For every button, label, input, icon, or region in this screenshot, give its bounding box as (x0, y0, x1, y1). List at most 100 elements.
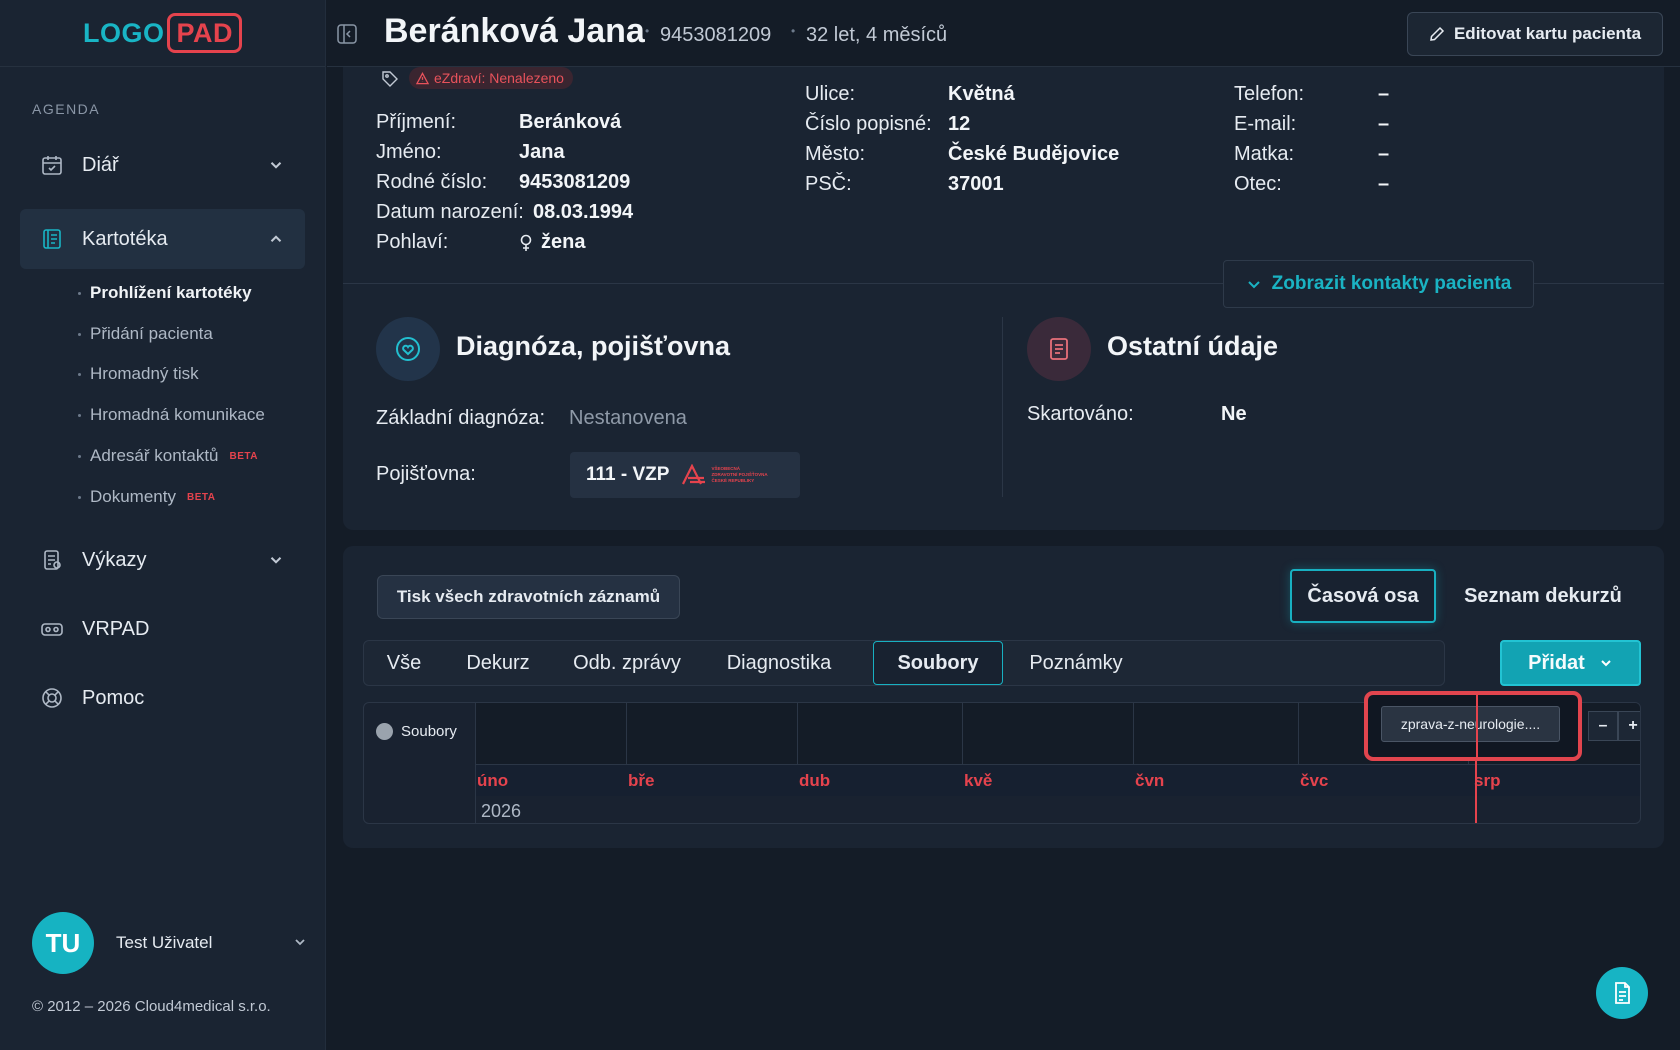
shredded-value: Ne (1221, 403, 1247, 425)
vzp-logo-text: VŠEOBECNÁ ZDRAVOTNÍ POJIŠŤOVNA ČESKÉ REP… (711, 466, 767, 484)
sidebar-subitem-adresar[interactable]: Adresář kontaktů BETA (78, 446, 258, 466)
sidebar-item-pomoc[interactable]: Pomoc (20, 668, 305, 728)
tab-vse[interactable]: Vše (374, 641, 434, 685)
tab-diagnostika[interactable]: Diagnostika (714, 641, 844, 685)
sidebar-subitem-hromadny-tisk[interactable]: Hromadný tisk (78, 364, 199, 384)
sex-label: Pohlaví: (376, 231, 449, 253)
tab-dekurz[interactable]: Dekurz (456, 641, 540, 685)
email-value: – (1378, 113, 1390, 135)
vzp-logo-mark-icon (682, 464, 706, 485)
father-label: Otec: (1234, 173, 1282, 195)
edit-patient-label: Editovat kartu pacienta (1453, 24, 1642, 43)
sidebar-item-label: Výkazy (82, 548, 147, 571)
phone-label: Telefon: (1234, 83, 1305, 105)
tab-soubory[interactable]: Soubory (873, 641, 1003, 685)
patient-birth-number: 9453081209 (660, 24, 772, 46)
beta-badge: BETA (186, 491, 216, 503)
timeline-gridline (962, 703, 963, 765)
birth-number-label: Rodné číslo: (376, 171, 488, 193)
sidebar-subitem-pridani[interactable]: Přidání pacienta (78, 324, 213, 344)
book-icon (40, 227, 64, 251)
timeline-month: bře (628, 771, 655, 790)
insurer-value-box: 111 - VZP VŠEOBECNÁ ZDRAVOTNÍ POJIŠŤOVNA… (570, 452, 800, 498)
logo-bar: LOGO PAD (0, 0, 325, 67)
print-all-records-button[interactable]: Tisk všech zdravotních záznamů (377, 575, 680, 619)
logo-text-b: PAD (167, 13, 242, 53)
sidebar-item-vykazy[interactable]: Výkazy (20, 530, 305, 590)
calendar-icon (40, 153, 64, 177)
edit-patient-button[interactable]: Editovat kartu pacienta (1407, 12, 1663, 56)
timeline-file-highlight: zprava-z-neurologie.... (1364, 691, 1582, 761)
status-dot-icon (376, 723, 393, 740)
timeline-month: dub (799, 771, 831, 790)
sidebar-section-label: AGENDA (32, 101, 101, 117)
sex-value-text: žena (541, 231, 586, 253)
city-label: Město: (805, 143, 866, 165)
sidebar-item-label: VRPAD (82, 617, 150, 640)
mother-value: – (1378, 143, 1390, 165)
timeline-month: srp (1474, 771, 1501, 790)
sidebar-subitem-label: Hromadná komunikace (90, 405, 265, 424)
add-button[interactable]: Přidat (1500, 640, 1641, 686)
timeline-month: čvc (1300, 771, 1329, 790)
tab-odb-zpravy[interactable]: Odb. zprávy (562, 641, 692, 685)
female-icon (520, 234, 532, 251)
zoom-in-button[interactable]: + (1618, 711, 1640, 741)
tag-icon[interactable] (381, 70, 399, 88)
insurer-label: Pojišťovna: (376, 463, 476, 485)
chevron-down-icon (270, 557, 282, 564)
sidebar-subitem-label: Adresář kontaktů (90, 446, 219, 465)
chevron-down-icon (1247, 281, 1260, 289)
vr-icon (40, 617, 64, 641)
sidebar-subitem-dokumenty[interactable]: Dokumenty BETA (77, 487, 216, 507)
house-number-value: 12 (948, 113, 971, 135)
timeline-file-item[interactable]: zprava-z-neurologie.... (1381, 706, 1560, 742)
chevron-down-icon (295, 939, 305, 946)
surname-label: Příjmení: (376, 111, 457, 133)
birth-date-label: Datum narození: (376, 201, 524, 223)
timeline-month: úno (477, 771, 509, 790)
sidebar-item-kartoteka[interactable]: Kartotéka (20, 209, 305, 269)
timeline-gridline (626, 703, 627, 765)
sidebar-item-diar[interactable]: Diář (20, 135, 305, 195)
sidebar-collapse-icon[interactable] (336, 23, 358, 45)
ezdravi-status-text: eZdraví: Nenalezeno (434, 70, 564, 86)
zoom-out-button[interactable]: – (1588, 711, 1618, 741)
sidebar-subitem-hromadna-komunikace[interactable]: Hromadná komunikace (78, 405, 265, 425)
sidebar-item-vrpad[interactable]: VRPAD (20, 599, 305, 659)
timeline-row-header: Soubory (364, 703, 476, 823)
timeline-row-label: Soubory (376, 723, 457, 740)
lifebuoy-icon (40, 686, 64, 710)
sidebar-subitem-prohlizeni[interactable]: Prohlížení kartotéky (78, 283, 252, 303)
sidebar-subitem-label: Prohlížení kartotéky (90, 283, 252, 302)
vzp-logo: VŠEOBECNÁ ZDRAVOTNÍ POJIŠŤOVNA ČESKÉ REP… (681, 464, 768, 486)
timeline-month: kvě (964, 771, 993, 790)
records-tabs: Vše Dekurz Odb. zprávy Diagnostika Soubo… (363, 640, 1445, 686)
patient-age: 32 let, 4 měsíců (806, 24, 948, 46)
sidebar-item-label: Diář (82, 153, 119, 176)
sidebar-item-label: Pomoc (82, 686, 145, 709)
show-contacts-button[interactable]: Zobrazit kontakty pacienta (1223, 260, 1534, 308)
chevron-up-icon (270, 235, 282, 242)
view-timeline-button[interactable]: Časová osa (1290, 569, 1436, 623)
chevron-down-icon (1601, 660, 1611, 667)
warning-icon (416, 71, 429, 84)
document-fab-button[interactable] (1596, 967, 1648, 1019)
surname-value: Beránková (519, 111, 622, 133)
timeline-gridline (797, 703, 798, 765)
view-list-button[interactable]: Seznam dekurzů (1453, 569, 1633, 623)
user-name: Test Uživatel (116, 933, 213, 952)
timeline-gridline (1133, 703, 1134, 765)
timeline-year: 2026 (481, 801, 522, 821)
beta-badge: BETA (229, 450, 258, 462)
tab-poznamky[interactable]: Poznámky (1016, 641, 1136, 685)
app-logo[interactable]: LOGO PAD (83, 13, 242, 53)
other-section-title: Ostatní údaje (1107, 331, 1279, 361)
firstname-value: Jana (519, 141, 565, 163)
sidebar: LOGO PAD AGENDA Diář Kartotéka Prohlížen… (0, 0, 326, 1050)
document-icon (1615, 982, 1630, 1004)
patient-info-card: eZdraví: Nenalezeno Příjmení: Beránková … (343, 67, 1664, 530)
user-menu[interactable]: TU Test Uživatel (32, 912, 305, 974)
vzp-logo-line: ČESKÉ REPUBLIKY (711, 478, 755, 483)
document-badge-icon (1027, 317, 1091, 381)
